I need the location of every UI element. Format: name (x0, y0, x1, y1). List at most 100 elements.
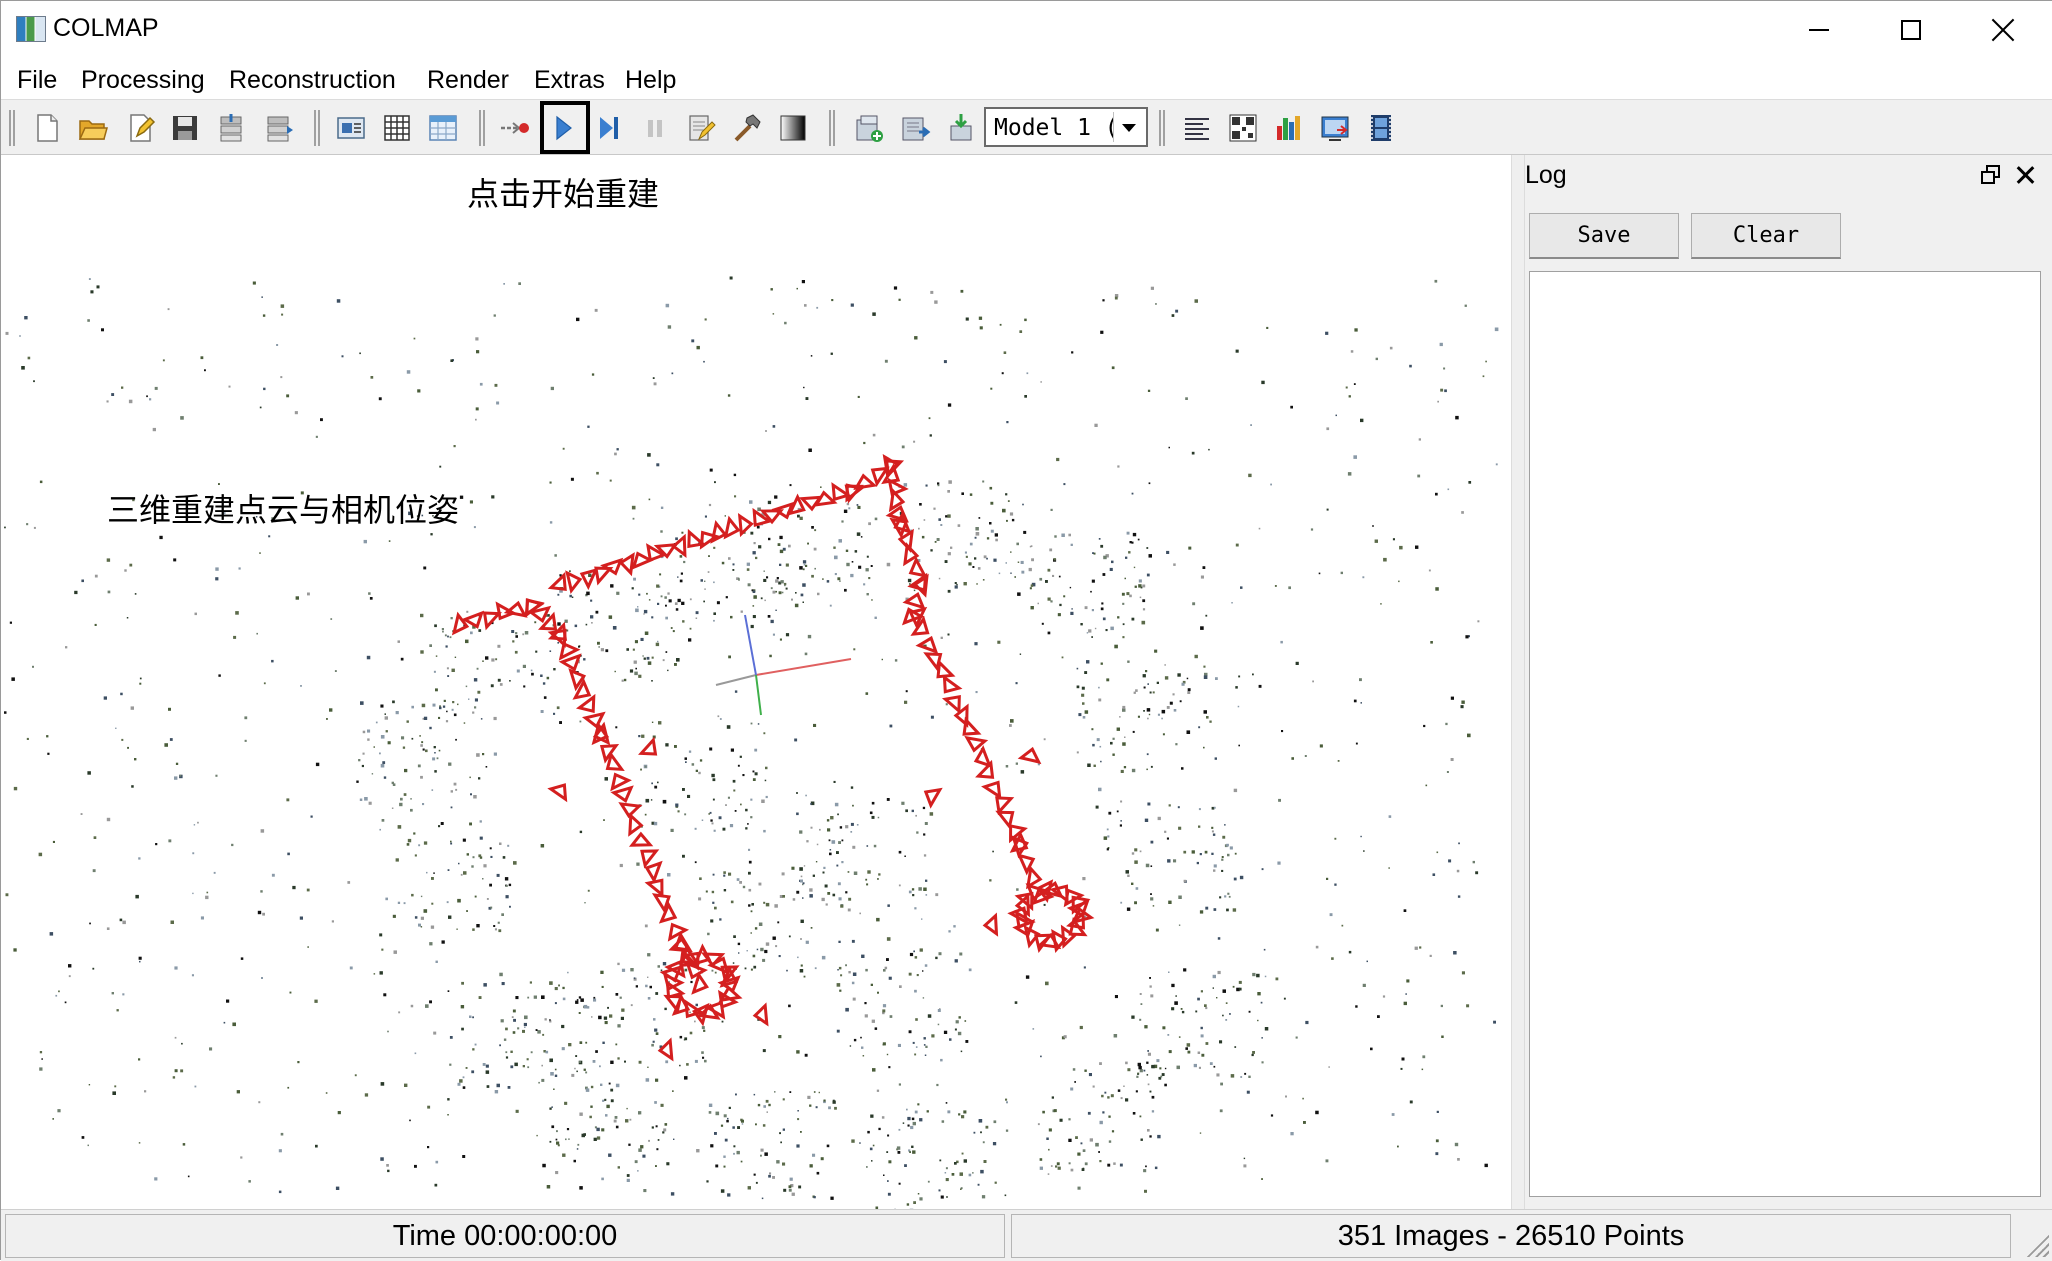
cloud-point (369, 802, 372, 805)
menu-file[interactable]: File (17, 66, 57, 95)
float-dock-icon[interactable] (1979, 163, 2003, 187)
edit-project-icon[interactable] (125, 112, 157, 144)
log-icon[interactable] (1181, 112, 1213, 144)
toolbar-grip[interactable] (314, 110, 320, 146)
automatic-reconstruction-icon[interactable] (499, 112, 531, 144)
cloud-point (922, 970, 923, 971)
cloud-point (870, 812, 873, 815)
maximize-button[interactable] (1865, 1, 1957, 59)
render-movie-icon[interactable] (1365, 112, 1397, 144)
cloud-point (820, 486, 822, 488)
cloud-point (1114, 1034, 1118, 1038)
cloud-point (1140, 597, 1142, 599)
dock-splitter[interactable] (1511, 155, 1525, 1209)
cloud-point (495, 658, 497, 660)
feature-extraction-icon[interactable] (335, 112, 367, 144)
export-icon[interactable] (263, 112, 295, 144)
cloud-point (608, 1154, 611, 1157)
minimize-icon (1809, 29, 1829, 31)
cloud-point (1451, 697, 1454, 700)
import-icon[interactable] (215, 112, 247, 144)
database-management-icon[interactable] (427, 112, 459, 144)
match-matrix-icon[interactable] (1227, 112, 1259, 144)
cloud-point (923, 833, 925, 835)
cloud-point (1433, 873, 1436, 876)
toolbar-grip[interactable] (479, 110, 485, 146)
bundle-adjustment-icon[interactable] (731, 112, 763, 144)
toolbar-grip[interactable] (829, 110, 835, 146)
pause-reconstruction-icon[interactable] (639, 112, 671, 144)
cloud-point (1127, 661, 1129, 663)
cloud-point (1213, 987, 1214, 988)
feature-matching-icon[interactable] (381, 112, 413, 144)
resize-grip[interactable] (2021, 1229, 2049, 1257)
cloud-point (887, 1054, 888, 1055)
cloud-point (730, 616, 733, 619)
log-output[interactable] (1529, 271, 2041, 1197)
minimize-button[interactable] (1773, 1, 1865, 59)
cloud-point (610, 584, 613, 587)
cloud-point (524, 1027, 525, 1028)
dense-reconstruction-icon[interactable] (777, 112, 809, 144)
menu-render[interactable]: Render (427, 66, 509, 95)
cloud-point (1363, 984, 1366, 987)
cloud-point (1265, 976, 1267, 978)
cloud-point (363, 753, 365, 755)
save-project-icon[interactable] (169, 112, 201, 144)
cloud-point (885, 967, 888, 970)
add-model-icon[interactable] (853, 112, 885, 144)
new-project-icon[interactable] (31, 112, 63, 144)
cloud-point (792, 1193, 795, 1196)
cloud-point (915, 956, 918, 959)
cloud-point (709, 748, 712, 751)
model-select[interactable]: Model 1 ( (984, 107, 1148, 147)
menu-processing[interactable]: Processing (81, 66, 205, 95)
cloud-point (583, 1133, 586, 1136)
log-save-button[interactable]: Save (1529, 213, 1679, 259)
cloud-point (732, 569, 734, 571)
import-model-icon[interactable] (945, 112, 977, 144)
cloud-point (839, 897, 842, 900)
cloud-point (503, 283, 505, 285)
cloud-point (944, 360, 947, 363)
cloud-point (751, 932, 752, 933)
close-dock-icon[interactable] (2013, 163, 2037, 187)
menu-reconstruction[interactable]: Reconstruction (229, 66, 396, 95)
cloud-point (420, 650, 423, 653)
menu-help[interactable]: Help (625, 66, 676, 95)
chevron-down-icon[interactable] (1113, 112, 1143, 142)
cloud-point (139, 683, 141, 685)
cloud-point (88, 1145, 90, 1147)
cloud-point (506, 895, 509, 898)
toolbar-grip[interactable] (1159, 110, 1165, 146)
open-project-icon[interactable] (77, 112, 109, 144)
cloud-point (486, 766, 488, 768)
cloud-point (1319, 573, 1321, 575)
cloud-point (648, 997, 651, 1000)
cloud-point (864, 1002, 866, 1004)
cloud-point (1351, 350, 1354, 353)
statistics-icon[interactable] (1273, 112, 1305, 144)
cloud-point (876, 918, 880, 922)
cloud-point (979, 1119, 983, 1123)
cloud-point (872, 802, 875, 805)
point-cloud-scene[interactable] (1, 155, 1511, 1209)
opengl-viewport[interactable]: 点击开始重建 三维重建点云与相机位姿 (1, 155, 1511, 1209)
cloud-point (708, 555, 710, 557)
cloud-point (173, 1076, 175, 1078)
cloud-point (791, 599, 793, 601)
cloud-point (908, 579, 911, 582)
render-options-icon[interactable] (1319, 112, 1351, 144)
log-clear-button[interactable]: Clear (1691, 213, 1841, 259)
close-button[interactable] (1957, 1, 2049, 59)
cloud-point (329, 708, 332, 711)
cloud-point (1441, 1036, 1444, 1039)
menu-extras[interactable]: Extras (534, 66, 605, 95)
export-model-icon[interactable] (899, 112, 931, 144)
cloud-point (447, 901, 449, 903)
cloud-point (872, 312, 876, 316)
reconstruction-options-icon[interactable] (685, 112, 717, 144)
step-reconstruction-icon[interactable] (593, 112, 625, 144)
cloud-point (839, 539, 843, 543)
toolbar-grip[interactable] (9, 110, 15, 146)
